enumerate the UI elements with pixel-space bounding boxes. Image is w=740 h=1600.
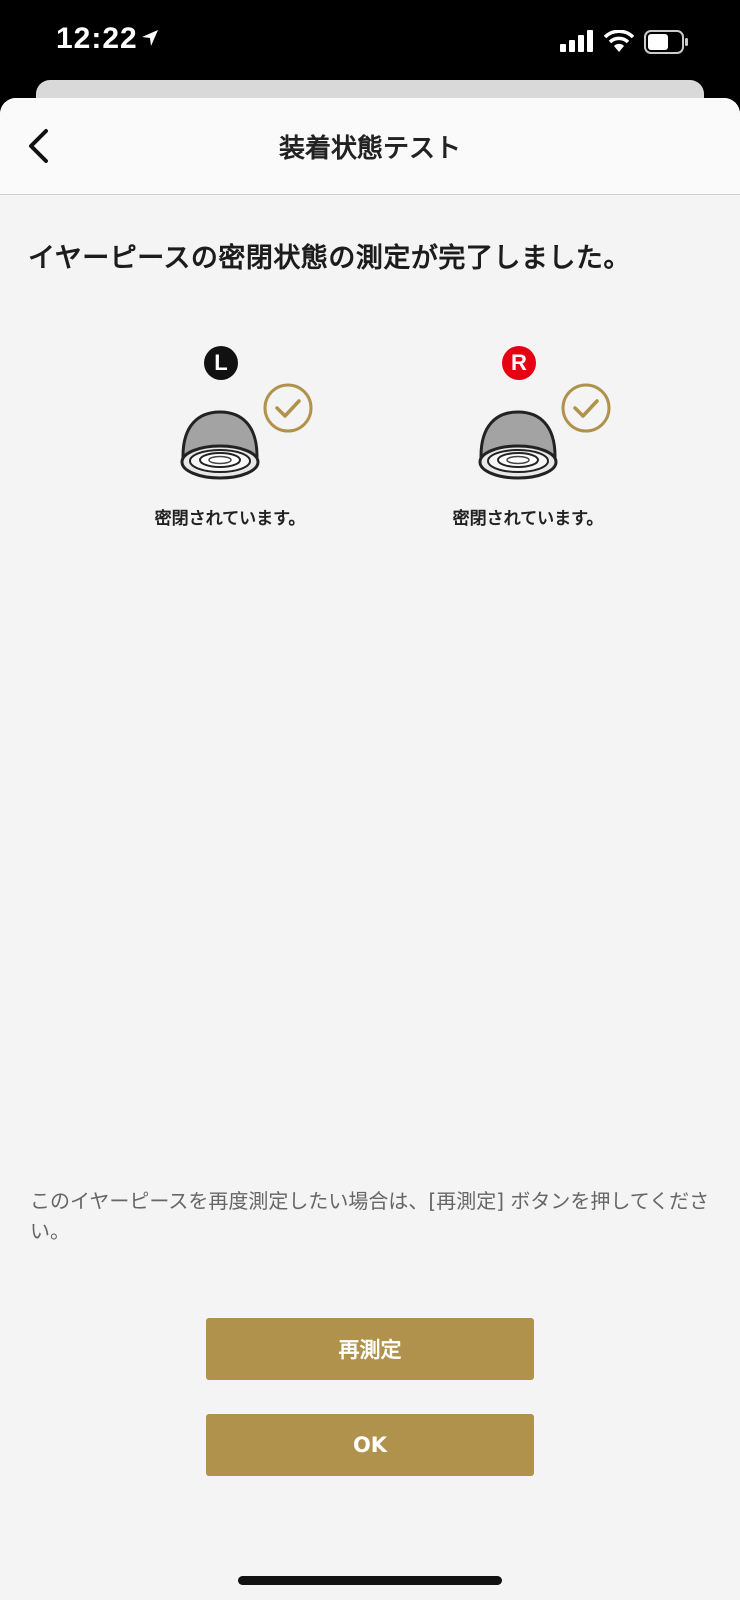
right-seal-status: 密閉されています。 — [452, 509, 604, 529]
navigation-bar: 装着状態テスト — [0, 98, 740, 195]
result-headline: イヤーピースの密閉状態の測定が完了しました。 — [28, 243, 631, 274]
left-side-badge: L — [204, 346, 238, 380]
remeasure-button[interactable]: 再測定 — [206, 1318, 534, 1380]
right-earpiece-result: R 密閉されています。 — [418, 346, 638, 546]
modal-sheet: 装着状態テスト イヤーピースの密閉状態の測定が完了しました。 L 密閉されていま… — [0, 98, 740, 1600]
check-circle-icon — [263, 383, 313, 433]
home-indicator — [238, 1576, 502, 1585]
earpiece-icon — [478, 410, 558, 480]
status-time: 12:22 — [56, 22, 138, 55]
location-arrow-icon — [142, 30, 158, 46]
page-title: 装着状態テスト — [278, 134, 461, 164]
earpiece-icon — [180, 410, 260, 480]
ok-button[interactable]: OK — [206, 1414, 534, 1476]
status-bar: 12:22 — [0, 0, 740, 82]
left-seal-status: 密閉されています。 — [154, 509, 306, 529]
battery-icon — [644, 30, 688, 54]
remeasure-hint: このイヤーピースを再度測定したい場合は、[再測定] ボタンを押してください。 — [30, 1189, 710, 1243]
right-side-badge: R — [502, 346, 536, 380]
wifi-icon — [604, 30, 634, 52]
left-earpiece-result: L 密閉されています。 — [120, 346, 340, 546]
check-circle-icon — [561, 383, 611, 433]
cellular-signal-icon — [560, 30, 593, 52]
